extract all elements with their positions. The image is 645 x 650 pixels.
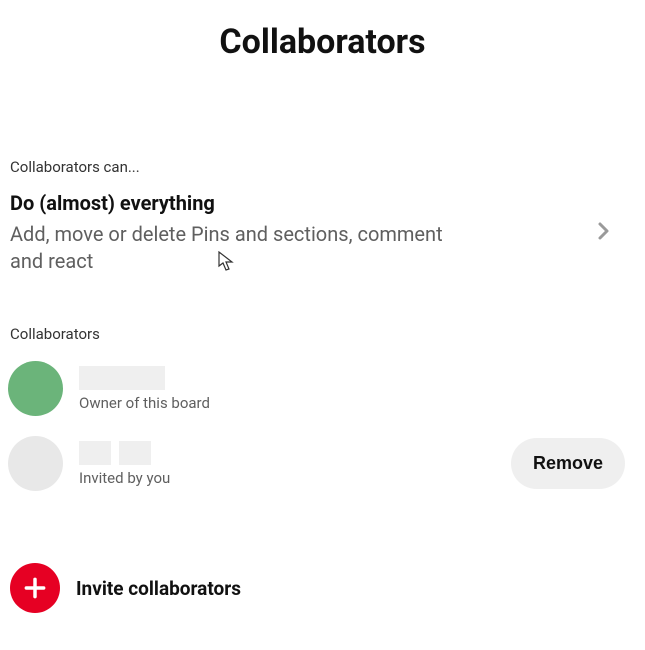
avatar [8,361,63,416]
collaborator-name-redacted [79,366,165,390]
permissions-option-desc: Add, move or delete Pins and sections, c… [10,221,470,275]
invite-label: Invite collaborators [76,577,241,600]
invite-collaborators-button[interactable]: Invite collaborators [10,563,635,613]
plus-icon [10,563,60,613]
permissions-option-row[interactable]: Do (almost) everything Add, move or dele… [10,191,635,275]
collaborator-status: Invited by you [79,469,170,487]
collaborator-name-redacted [119,441,151,465]
collaborator-name-redacted [79,441,111,465]
permissions-section-label: Collaborators can... [10,158,635,176]
chevron-right-icon [591,219,615,247]
collaborator-status: Owner of this board [79,394,210,412]
collaborators-section-label: Collaborators [10,325,635,343]
collaborator-row: Owner of this board [10,361,635,416]
avatar [8,436,63,491]
permissions-option-title: Do (almost) everything [10,191,470,215]
collaborator-row: Invited by you Remove [10,436,635,491]
remove-button[interactable]: Remove [511,438,625,489]
page-title: Collaborators [0,0,645,62]
